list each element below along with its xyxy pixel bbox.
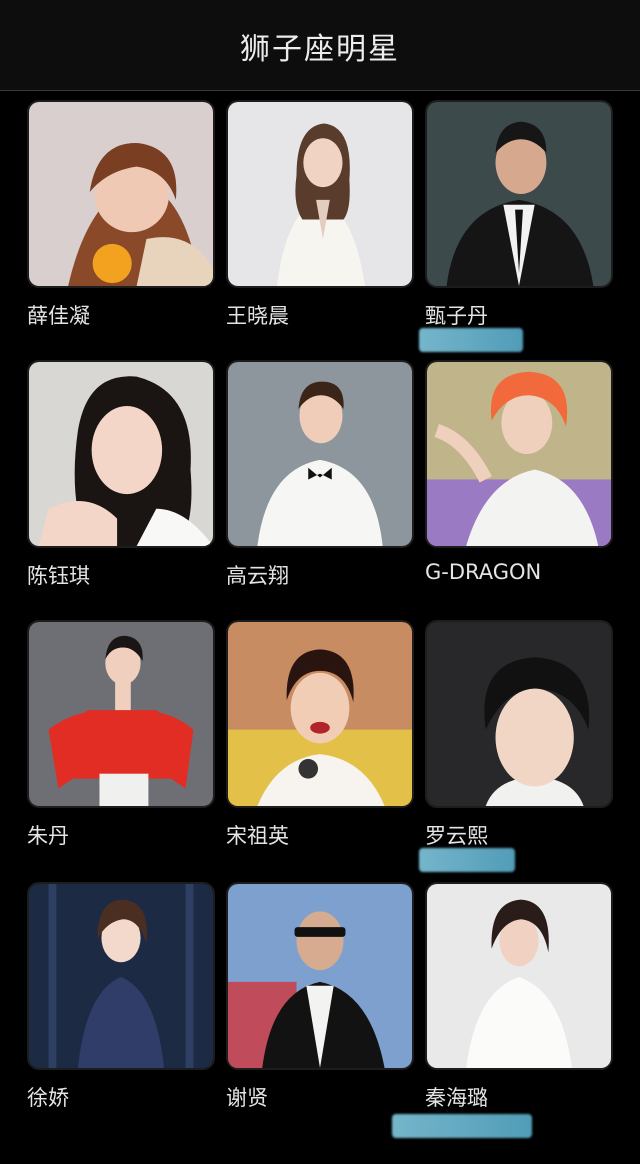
star-name: 高云翔: [226, 564, 289, 588]
redaction-mark: [419, 848, 515, 872]
star-photo[interactable]: [425, 882, 613, 1070]
star-photo[interactable]: [226, 100, 414, 288]
page-title: 狮子座明星: [240, 32, 400, 67]
star-card[interactable]: 罗云熙: [419, 620, 613, 872]
redaction-mark: [419, 328, 523, 352]
star-card[interactable]: 宋祖英: [226, 620, 414, 856]
star-photo[interactable]: [425, 100, 613, 288]
star-card[interactable]: 谢贤: [226, 882, 414, 1118]
star-name: 秦海璐: [425, 1086, 488, 1110]
header-bar: 狮子座明星: [0, 0, 640, 91]
star-card[interactable]: 陈钰琪: [27, 360, 215, 596]
star-photo[interactable]: [27, 360, 215, 548]
star-photo[interactable]: [226, 882, 414, 1070]
star-photo[interactable]: [425, 620, 613, 808]
star-photo[interactable]: [27, 100, 215, 288]
star-card[interactable]: G-DRAGON: [425, 360, 613, 596]
star-name: 朱丹: [27, 824, 69, 848]
star-photo[interactable]: [425, 360, 613, 548]
star-card[interactable]: 薛佳凝: [27, 100, 215, 336]
star-name: 徐娇: [27, 1086, 69, 1110]
star-name: 薛佳凝: [27, 304, 90, 328]
star-card[interactable]: 朱丹: [27, 620, 215, 856]
star-photo[interactable]: [226, 360, 414, 548]
star-name: 宋祖英: [226, 824, 289, 848]
star-card[interactable]: 徐娇: [27, 882, 215, 1118]
star-card[interactable]: 高云翔: [226, 360, 414, 596]
star-card[interactable]: 秦海璐: [425, 882, 613, 1118]
star-name: 陈钰琪: [27, 564, 90, 588]
star-name: 谢贤: [226, 1086, 268, 1110]
star-photo[interactable]: [27, 882, 215, 1070]
star-card[interactable]: 王晓晨: [226, 100, 414, 336]
redaction-mark: [392, 1114, 532, 1138]
star-photo[interactable]: [226, 620, 414, 808]
star-name: 罗云熙: [425, 824, 488, 848]
star-name: 甄子丹: [425, 304, 488, 328]
star-photo[interactable]: [27, 620, 215, 808]
star-name: 王晓晨: [226, 304, 289, 328]
star-card[interactable]: 甄子丹: [419, 100, 613, 352]
star-name: G-DRAGON: [425, 560, 542, 584]
